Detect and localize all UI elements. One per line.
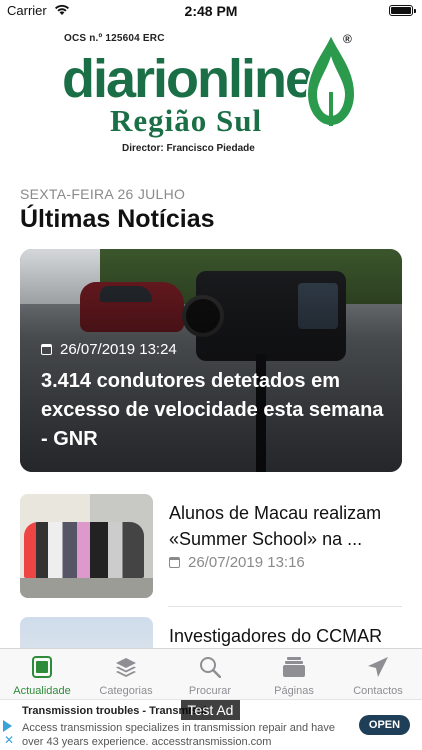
send-icon — [368, 657, 388, 677]
article-timestamp: 26/07/2019 13:16 — [188, 554, 305, 571]
tab-contactos[interactable]: Contactos — [336, 649, 420, 700]
drop-leaf-icon — [305, 32, 357, 128]
tab-label: Contactos — [353, 685, 403, 697]
hero-timestamp: 26/07/2019 13:24 — [60, 341, 177, 358]
list-item[interactable]: Investigadores do CCMAR — [20, 617, 402, 650]
logo-registration: OCS n.º 125604 ERC — [64, 33, 165, 44]
ad-title: Transmission troubles - Transmissi — [22, 705, 207, 717]
pages-icon — [283, 657, 305, 677]
ad-choices-icon[interactable] — [3, 720, 12, 732]
app-logo: OCS n.º 125604 ERC diarionline ® Região … — [0, 28, 422, 158]
list-item[interactable]: Alunos de Macau realizam «Summer School»… — [20, 494, 402, 604]
ad-body: Access transmission specializes in trans… — [22, 722, 336, 748]
search-icon — [200, 657, 221, 678]
ad-close-icon[interactable]: ✕ — [4, 733, 14, 747]
article-headline: Alunos de Macau realizam «Summer School»… — [169, 503, 382, 549]
tab-bar: Actualidade Categorias Procurar Páginas … — [0, 648, 422, 699]
layers-icon — [116, 658, 136, 677]
ad-open-button[interactable]: OPEN — [359, 715, 410, 735]
calendar-icon — [41, 344, 52, 355]
logo-brand: diarionline — [62, 49, 315, 109]
tab-label: Páginas — [274, 685, 314, 697]
logo-director: Director: Francisco Piedade — [122, 143, 255, 154]
article-headline: Investigadores do CCMAR — [169, 626, 383, 646]
news-icon — [32, 656, 52, 678]
article-thumbnail — [20, 617, 153, 650]
registered-mark: ® — [343, 32, 352, 46]
test-ad-badge: Test Ad — [181, 700, 240, 720]
tab-label: Categorias — [99, 685, 153, 697]
tab-procurar[interactable]: Procurar — [168, 649, 252, 700]
tab-label: Actualidade — [13, 685, 71, 697]
tab-actualidade[interactable]: Actualidade — [0, 649, 84, 700]
tab-categorias[interactable]: Categorias — [84, 649, 168, 700]
hero-timestamp-row: 26/07/2019 13:24 — [41, 341, 177, 358]
tab-label: Procurar — [188, 685, 232, 697]
date-label: SEXTA-FEIRA 26 JULHO — [20, 186, 186, 202]
article-thumbnail — [20, 494, 153, 598]
page-title: Últimas Notícias — [20, 205, 215, 233]
hero-headline: 3.414 condutores detetados em excesso de… — [41, 370, 384, 450]
article-timestamp-row: 26/07/2019 13:16 — [169, 554, 305, 571]
tab-paginas[interactable]: Páginas — [252, 649, 336, 700]
clock: 2:48 PM — [184, 3, 238, 19]
featured-article-card[interactable]: 26/07/2019 13:24 3.414 condutores deteta… — [20, 249, 402, 472]
status-bar: Carrier 2:48 PM — [0, 0, 422, 22]
divider — [168, 606, 402, 607]
battery-icon — [389, 5, 416, 16]
calendar-icon — [169, 557, 180, 568]
logo-region: Região Sul — [110, 103, 263, 138]
